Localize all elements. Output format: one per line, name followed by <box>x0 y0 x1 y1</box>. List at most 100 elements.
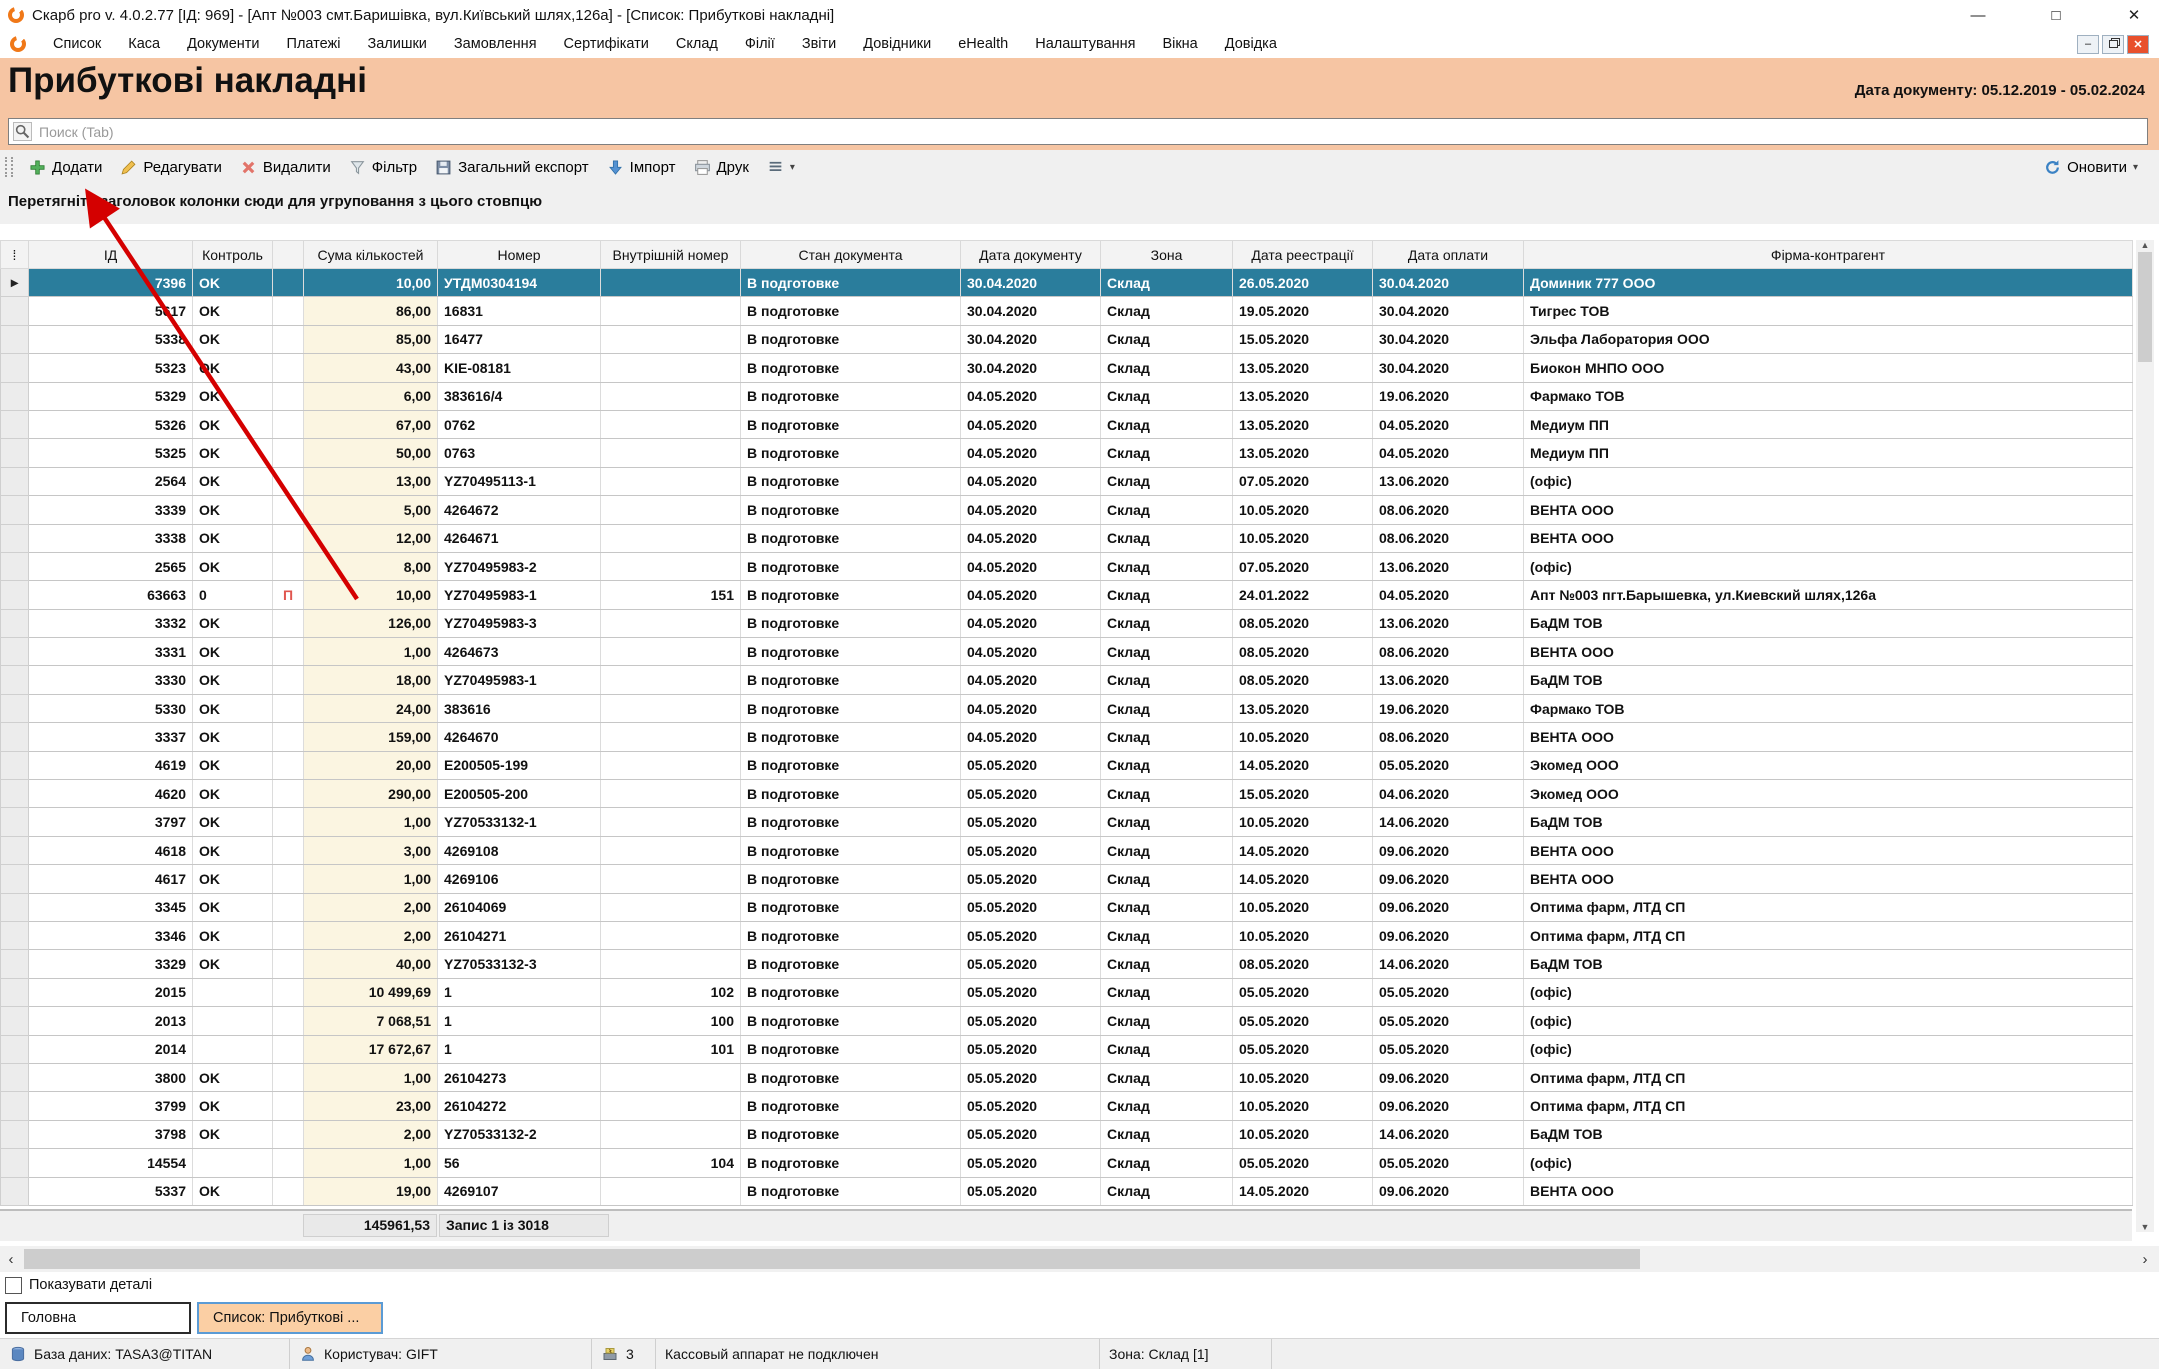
cell[interactable]: БаДМ ТОВ <box>1524 666 2133 694</box>
cell[interactable]: 15.05.2020 <box>1233 325 1373 353</box>
cell[interactable]: В подготовке <box>741 382 961 410</box>
table-row[interactable]: 201510 499,691102В подготовке05.05.2020С… <box>1 978 2133 1006</box>
cell[interactable]: В подготовке <box>741 638 961 666</box>
cell[interactable]: 4269107 <box>438 1177 601 1205</box>
cell[interactable]: Оптима фарм, ЛТД СП <box>1524 1063 2133 1091</box>
cell[interactable]: OK <box>193 1063 273 1091</box>
cell[interactable]: OK <box>193 723 273 751</box>
cell[interactable]: 4620 <box>29 780 193 808</box>
cell[interactable]: 13.05.2020 <box>1233 354 1373 382</box>
cell[interactable]: (офіс) <box>1524 1149 2133 1177</box>
mdi-restore-button[interactable] <box>2102 35 2124 54</box>
cell[interactable]: 1,00 <box>304 808 438 836</box>
cell[interactable]: 3339 <box>29 496 193 524</box>
cell[interactable]: 14.06.2020 <box>1373 1120 1524 1148</box>
menu-item[interactable]: Філії <box>745 36 775 52</box>
cell[interactable]: YZ70495983-1 <box>438 666 601 694</box>
cell[interactable]: 14.06.2020 <box>1373 808 1524 836</box>
cell[interactable]: 3337 <box>29 723 193 751</box>
column-header[interactable]: Дата документу <box>961 241 1101 269</box>
table-row[interactable]: 5338OK85,0016477В подготовке30.04.2020Ск… <box>1 325 2133 353</box>
cell[interactable]: Медиум ПП <box>1524 410 2133 438</box>
cell[interactable]: Фармако ТОВ <box>1524 694 2133 722</box>
cell[interactable] <box>601 1092 741 1120</box>
cell[interactable]: П <box>273 581 304 609</box>
cell[interactable]: 05.05.2020 <box>961 780 1101 808</box>
cell[interactable]: YZ70533132-3 <box>438 950 601 978</box>
cell[interactable]: YZ70495983-1 <box>438 581 601 609</box>
cell[interactable]: Склад <box>1101 609 1233 637</box>
cell[interactable]: 07.05.2020 <box>1233 552 1373 580</box>
scroll-down-icon[interactable]: ▼ <box>2141 1222 2150 1232</box>
cell[interactable]: Склад <box>1101 1120 1233 1148</box>
cell[interactable]: OK <box>193 1092 273 1120</box>
cell[interactable]: 13.05.2020 <box>1233 439 1373 467</box>
cell[interactable]: Биокон МНПО ООО <box>1524 354 2133 382</box>
cell[interactable]: Доминик 777 ООО <box>1524 269 2133 297</box>
cell[interactable]: 04.05.2020 <box>961 467 1101 495</box>
table-row[interactable]: 5329OK6,00383616/4В подготовке04.05.2020… <box>1 382 2133 410</box>
cell[interactable]: 26104272 <box>438 1092 601 1120</box>
cell[interactable] <box>273 382 304 410</box>
cell[interactable] <box>193 1007 273 1035</box>
cell[interactable]: 104 <box>601 1149 741 1177</box>
cell[interactable]: Склад <box>1101 1149 1233 1177</box>
cell[interactable]: 14.05.2020 <box>1233 865 1373 893</box>
cell[interactable] <box>601 297 741 325</box>
cell[interactable]: OK <box>193 325 273 353</box>
cell[interactable]: 3345 <box>29 893 193 921</box>
cell[interactable]: Склад <box>1101 496 1233 524</box>
mdi-minimize-button[interactable]: – <box>2077 35 2099 54</box>
cell[interactable]: 13.05.2020 <box>1233 410 1373 438</box>
cell[interactable]: 05.05.2020 <box>1373 1149 1524 1177</box>
cell[interactable]: OK <box>193 780 273 808</box>
cell[interactable]: 04.05.2020 <box>1373 410 1524 438</box>
cell[interactable] <box>273 780 304 808</box>
cell[interactable]: 4264672 <box>438 496 601 524</box>
cell[interactable]: В подготовке <box>741 893 961 921</box>
cell[interactable]: OK <box>193 694 273 722</box>
column-header[interactable]: Стан документа <box>741 241 961 269</box>
menu-item[interactable]: Сертифікати <box>564 36 649 52</box>
cell[interactable]: 3798 <box>29 1120 193 1148</box>
table-row[interactable]: 2564OK13,00YZ70495113-1В подготовке04.05… <box>1 467 2133 495</box>
cell[interactable]: 09.06.2020 <box>1373 865 1524 893</box>
cell[interactable]: 17 672,67 <box>304 1035 438 1063</box>
table-row[interactable]: 20137 068,511100В подготовке05.05.2020Ск… <box>1 1007 2133 1035</box>
cell[interactable]: 09.06.2020 <box>1373 1092 1524 1120</box>
cell[interactable]: Эльфа Лаборатория ООО <box>1524 325 2133 353</box>
cell[interactable]: 8,00 <box>304 552 438 580</box>
cell[interactable]: 04.05.2020 <box>1373 439 1524 467</box>
cell[interactable]: 100 <box>601 1007 741 1035</box>
table-row[interactable]: 3346OK2,0026104271В подготовке05.05.2020… <box>1 921 2133 949</box>
cell[interactable]: 383616/4 <box>438 382 601 410</box>
cell[interactable]: 05.05.2020 <box>961 836 1101 864</box>
cell[interactable]: 3330 <box>29 666 193 694</box>
table-row[interactable]: 5323OK43,00KIE-08181В подготовке30.04.20… <box>1 354 2133 382</box>
cell[interactable]: БаДМ ТОВ <box>1524 609 2133 637</box>
cell[interactable]: OK <box>193 1120 273 1148</box>
cell[interactable] <box>273 1035 304 1063</box>
cell[interactable]: Склад <box>1101 1177 1233 1205</box>
cell[interactable]: 04.05.2020 <box>961 496 1101 524</box>
cell[interactable]: 08.05.2020 <box>1233 666 1373 694</box>
cell[interactable]: 05.05.2020 <box>961 1092 1101 1120</box>
cell[interactable]: OK <box>193 524 273 552</box>
cell[interactable]: (офіс) <box>1524 552 2133 580</box>
refresh-button[interactable]: Оновити ▾ <box>2035 153 2147 181</box>
cell[interactable]: OK <box>193 808 273 836</box>
cell[interactable] <box>601 694 741 722</box>
cell[interactable] <box>601 1120 741 1148</box>
cell[interactable]: OK <box>193 751 273 779</box>
cell[interactable] <box>601 354 741 382</box>
cell[interactable]: 1 <box>438 978 601 1006</box>
table-row[interactable]: 201417 672,671101В подготовке05.05.2020С… <box>1 1035 2133 1063</box>
cell[interactable]: В подготовке <box>741 1177 961 1205</box>
cell[interactable]: KIE-08181 <box>438 354 601 382</box>
table-row[interactable]: 3797OK1,00YZ70533132-1В подготовке05.05.… <box>1 808 2133 836</box>
cell[interactable] <box>601 325 741 353</box>
column-header[interactable]: Дата оплати <box>1373 241 1524 269</box>
cell[interactable]: OK <box>193 865 273 893</box>
cell[interactable]: E200505-200 <box>438 780 601 808</box>
menu-item[interactable]: Платежі <box>287 36 341 52</box>
